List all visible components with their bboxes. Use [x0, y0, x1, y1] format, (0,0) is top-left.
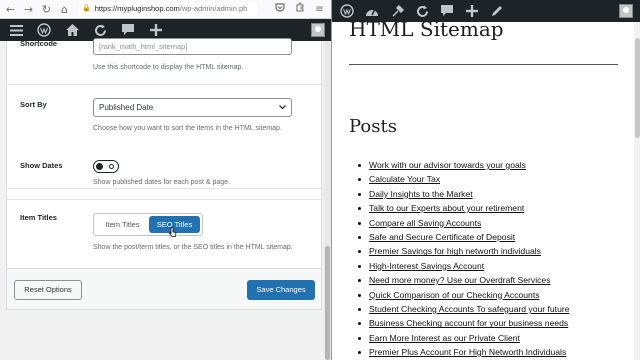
arrow-right-icon[interactable]: →	[21, 2, 36, 17]
shortcode-field[interactable]: [rank_math_html_sitemap]	[93, 38, 292, 55]
post-link[interactable]: Earn More Interest as our Private Client	[369, 333, 520, 343]
post-link[interactable]: Need more money? Use our Overdraft Servi…	[369, 275, 551, 285]
show-dates-label: Show Dates	[20, 161, 63, 170]
show-dates-row: Show Dates Show published dates for each…	[7, 143, 323, 200]
site-scrollbar[interactable]	[634, 22, 640, 360]
admin-browser-pane: ← → ↻ ⌂ 🔒 https://myplugin​shop.com/wp-a…	[0, 0, 331, 360]
reload-icon[interactable]: ↻	[39, 2, 54, 17]
admin-scroll-thumb[interactable]	[325, 246, 330, 360]
avatar[interactable]	[311, 23, 325, 37]
wordpress-icon[interactable]	[32, 19, 56, 41]
shortcode-description: Use this shortcode to display the HTML s…	[93, 64, 244, 71]
reset-options-button[interactable]: Reset Options	[14, 280, 82, 300]
sort-by-selected: Published Date	[99, 103, 154, 112]
home-icon[interactable]: ⌂	[57, 2, 72, 17]
list-item: Safe and Secure Certificate of Deposit	[354, 230, 570, 244]
list-item: Daily Insights to the Market	[354, 187, 570, 201]
item-titles-label: Item Titles	[20, 213, 57, 222]
posts-heading: Posts	[349, 116, 397, 137]
url-path: /wp-admin/admin.ph	[179, 4, 248, 13]
toggle-knob	[96, 163, 103, 170]
post-link[interactable]: Business Checking account for your busin…	[369, 318, 568, 328]
save-changes-button[interactable]: Save Changes	[247, 280, 315, 300]
menu-icon[interactable]	[4, 19, 28, 41]
list-item: Business Checking account for your busin…	[354, 316, 570, 330]
list-item: Earn More Interest as our Private Client	[354, 331, 570, 345]
post-link[interactable]: Premier Plus Account For High Networth I…	[369, 347, 566, 357]
shortcode-label: Shortcode	[20, 39, 58, 48]
list-item: Work with our advisor towards your goals	[354, 158, 570, 172]
browser-toolbar: ← → ↻ ⌂ 🔒 https://myplugin​shop.com/wp-a…	[0, 0, 331, 19]
post-link[interactable]: Calculate Your Tax	[369, 174, 440, 184]
show-dates-toggle[interactable]	[93, 160, 119, 173]
post-link[interactable]: Quick Comparison of our Checking Account…	[369, 290, 540, 300]
pointer-cursor-icon	[169, 227, 177, 237]
post-link[interactable]: Premier Savings for high networth indivi…	[369, 246, 541, 256]
browser-actions: ≡	[267, 2, 331, 17]
post-link[interactable]: Safe and Secure Certificate of Deposit	[369, 232, 515, 242]
home-icon[interactable]	[60, 19, 84, 41]
post-link[interactable]: Compare all Saving Accounts	[369, 218, 481, 228]
post-link[interactable]: Work with our advisor towards your goals	[369, 160, 526, 170]
shortcode-row: Shortcode [rank_math_html_sitemap] Use t…	[7, 38, 323, 85]
item-titles-row: Item Titles Item Titles SEO Titles Show …	[7, 200, 323, 267]
menu-icon[interactable]: ≡	[312, 2, 327, 17]
post-link[interactable]: Talk to our Experts about your retiremen…	[369, 203, 524, 213]
url-host: https://myplugin​shop.com	[94, 4, 180, 13]
sitemap-post-list: Work with our advisor towards your goals…	[354, 158, 570, 359]
post-link[interactable]: High-Interest Savings Account	[369, 261, 484, 271]
item-titles-toggle-group: Item Titles SEO Titles	[93, 213, 203, 236]
post-link[interactable]: Student Checking Accounts To safeguard y…	[369, 304, 570, 314]
chevron-down-icon	[279, 99, 286, 123]
list-item: Calculate Your Tax	[354, 172, 570, 186]
arrow-left-icon[interactable]: ←	[3, 2, 18, 17]
list-item: Talk to our Experts about your retiremen…	[354, 201, 570, 215]
list-item: Premier Savings for high networth indivi…	[354, 244, 570, 258]
avatar[interactable]	[619, 4, 633, 18]
sort-by-description: Choose how you want to sort the items in…	[93, 125, 282, 132]
sort-by-label: Sort By	[20, 100, 47, 109]
list-item: Compare all Saving Accounts	[354, 216, 570, 230]
show-dates-description: Show published dates for each post & pag…	[93, 179, 230, 186]
list-item: High-Interest Savings Account	[354, 259, 570, 273]
list-item: Student Checking Accounts To safeguard y…	[354, 302, 570, 316]
screen: ← → ↻ ⌂ 🔒 https://myplugin​shop.com/wp-a…	[0, 0, 640, 360]
list-item: Quick Comparison of our Checking Account…	[354, 288, 570, 302]
sort-by-select[interactable]: Published Date	[93, 98, 292, 117]
site-frontend-pane: HTML Sitemap Posts Work with our advisor…	[331, 0, 640, 360]
divider	[349, 64, 618, 65]
list-item: Need more money? Use our Overdraft Servi…	[354, 273, 570, 287]
site-scroll-thumb[interactable]	[635, 38, 640, 138]
toggle-off-indicator	[109, 164, 114, 169]
post-link[interactable]: Daily Insights to the Market	[369, 189, 473, 199]
pocket-icon[interactable]	[272, 2, 287, 17]
item-titles-description: Show the post/term titles, or the SEO ti…	[93, 244, 293, 251]
extensions-icon[interactable]	[292, 2, 307, 17]
page-title: HTML Sitemap	[349, 17, 504, 41]
item-titles-option[interactable]: Item Titles	[96, 216, 149, 233]
lock-icon: 🔒	[82, 5, 91, 12]
admin-scrollbar[interactable]	[324, 41, 331, 360]
address-bar[interactable]: 🔒 https://myplugin​shop.com/wp-admin/adm…	[78, 2, 258, 16]
list-item: Premier Plus Account For High Networth I…	[354, 345, 570, 359]
settings-footer: Reset Options Save Changes	[6, 268, 322, 310]
